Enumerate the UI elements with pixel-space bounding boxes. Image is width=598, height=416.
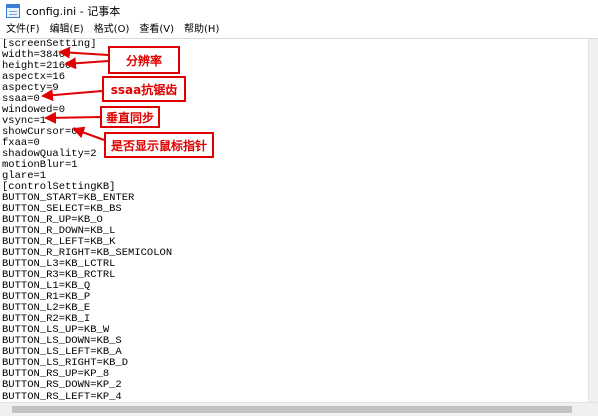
text-line: shadowQuality=2 (2, 148, 97, 161)
menu-help[interactable]: 帮助(H) (180, 22, 223, 38)
menu-file[interactable]: 文件(F) (2, 22, 44, 38)
horizontal-scrollbar-thumb[interactable] (12, 406, 572, 413)
menu-bar: 文件(F) 编辑(E) 格式(O) 查看(V) 帮助(H) (0, 22, 598, 38)
text-line: BUTTON_RS_DOWN=KP_2 (2, 379, 122, 392)
text-line: BUTTON_RS_LEFT=KP_4 (2, 390, 122, 402)
text-editor-area[interactable]: [screenSetting] width=3840 height=2160 aspe… (0, 39, 588, 402)
menu-view[interactable]: 查看(V) (135, 22, 178, 38)
text-line: ssaa=0 (2, 93, 40, 106)
text-line: windowed=0 (2, 104, 66, 117)
menu-format[interactable]: 格式(O) (90, 22, 134, 38)
text-line: aspectx=16 (2, 71, 66, 84)
text-line: aspecty=9 (2, 82, 59, 95)
horizontal-scrollbar[interactable] (0, 402, 598, 416)
text-line: [screenSetting] (2, 39, 97, 50)
text-line: height=2160 (2, 60, 72, 73)
menu-edit[interactable]: 编辑(E) (46, 22, 88, 38)
title-bar: config.ini - 记事本 (0, 0, 598, 22)
text-line: motionBlur=1 (2, 159, 78, 172)
text-line: vsync=1 (2, 115, 47, 128)
window-title: config.ini - 记事本 (26, 5, 121, 18)
text-line: showCursor=0 (2, 126, 78, 139)
vertical-scrollbar[interactable] (588, 39, 598, 402)
text-line: width=3840 (2, 49, 66, 62)
notepad-app-icon (6, 4, 20, 18)
